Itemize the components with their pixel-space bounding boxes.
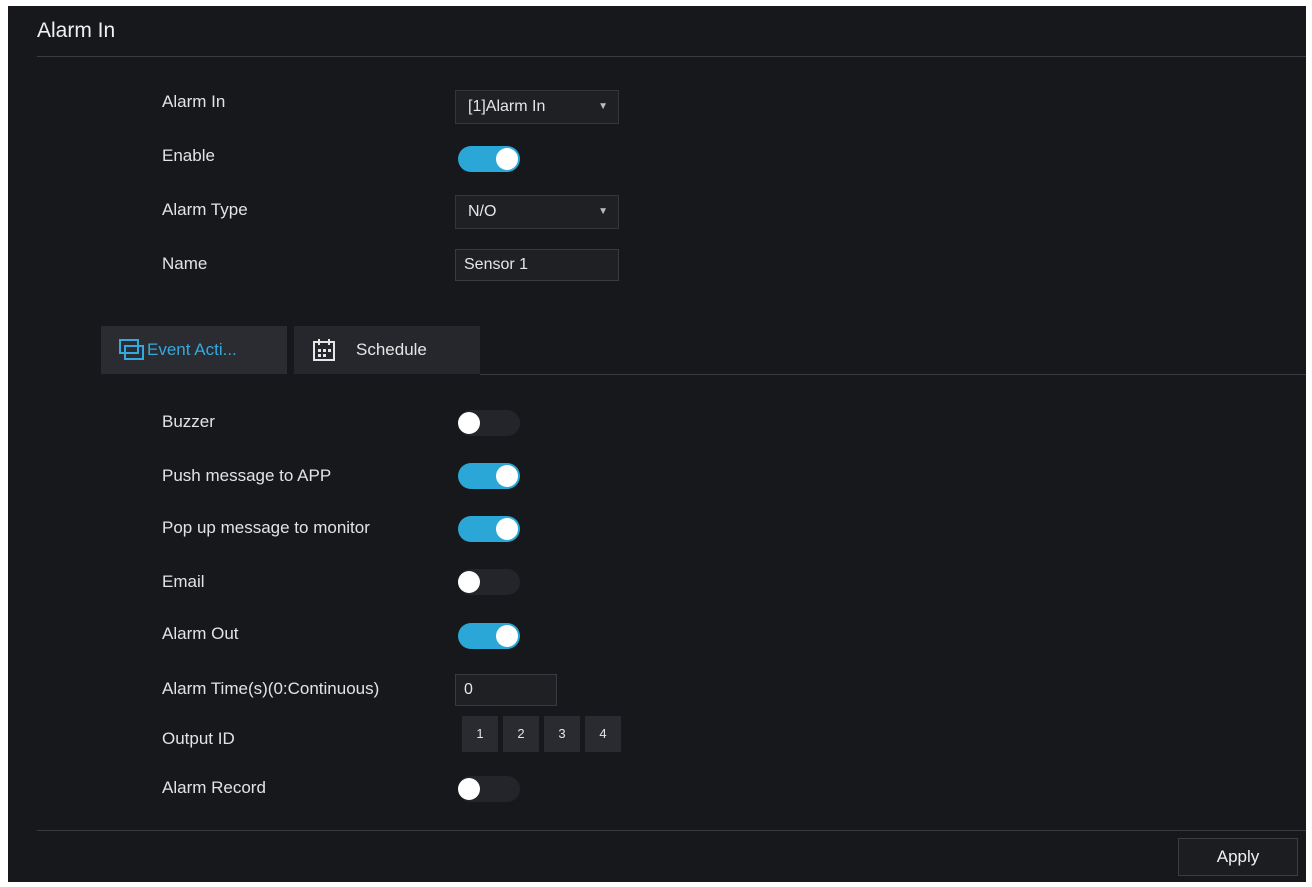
output-id-3-button[interactable]: 3 (544, 716, 580, 752)
name-label: Name (162, 254, 208, 273)
email-toggle[interactable] (458, 569, 520, 595)
tab-schedule[interactable]: Schedule (294, 326, 480, 374)
alarm-in-panel: Alarm In Alarm In [1]Alarm In ▼ Enable A… (8, 6, 1306, 882)
alarm-in-select-value: [1]Alarm In (468, 98, 546, 115)
alarm-out-label: Alarm Out (162, 624, 239, 643)
alarm-in-label: Alarm In (162, 92, 226, 111)
alarm-type-label: Alarm Type (162, 200, 248, 219)
toggle-knob (496, 465, 518, 487)
output-id-1-button[interactable]: 1 (462, 716, 498, 752)
alarm-type-select[interactable]: N/O ▼ (455, 195, 619, 229)
alarm-record-label: Alarm Record (162, 778, 266, 797)
buzzer-label: Buzzer (162, 412, 215, 431)
chevron-down-icon: ▼ (598, 101, 608, 112)
name-input[interactable] (455, 249, 619, 281)
toggle-knob (458, 778, 480, 800)
toggle-knob (496, 148, 518, 170)
toggle-knob (458, 412, 480, 434)
chevron-down-icon: ▼ (598, 206, 608, 217)
page-title: Alarm In (37, 19, 116, 42)
calendar-icon (313, 339, 335, 361)
tab-event-action[interactable]: Event Acti... (101, 326, 287, 374)
alarm-time-label: Alarm Time(s)(0:Continuous) (162, 679, 380, 698)
enable-toggle[interactable] (458, 146, 520, 172)
toggle-knob (458, 571, 480, 593)
alarm-type-select-value: N/O (468, 203, 497, 220)
output-id-label: Output ID (162, 729, 235, 748)
tab-schedule-label: Schedule (356, 340, 427, 359)
email-label: Email (162, 572, 205, 591)
toggle-knob (496, 518, 518, 540)
push-message-label: Push message to APP (162, 466, 332, 485)
alarm-time-input[interactable] (455, 674, 557, 706)
popup-message-toggle[interactable] (458, 516, 520, 542)
toggle-knob (496, 625, 518, 647)
apply-button[interactable]: Apply (1178, 838, 1298, 876)
buzzer-toggle[interactable] (458, 410, 520, 436)
footer-divider (37, 830, 1306, 831)
output-id-4-button[interactable]: 4 (585, 716, 621, 752)
push-message-toggle[interactable] (458, 463, 520, 489)
alarm-in-select[interactable]: [1]Alarm In ▼ (455, 90, 619, 124)
title-divider (37, 56, 1306, 57)
output-id-2-button[interactable]: 2 (503, 716, 539, 752)
popup-message-label: Pop up message to monitor (162, 518, 370, 537)
event-action-icon (119, 339, 144, 360)
alarm-record-toggle[interactable] (458, 776, 520, 802)
enable-label: Enable (162, 146, 215, 165)
alarm-out-toggle[interactable] (458, 623, 520, 649)
tab-event-action-label: Event Acti... (147, 340, 237, 359)
tab-divider (480, 374, 1306, 375)
